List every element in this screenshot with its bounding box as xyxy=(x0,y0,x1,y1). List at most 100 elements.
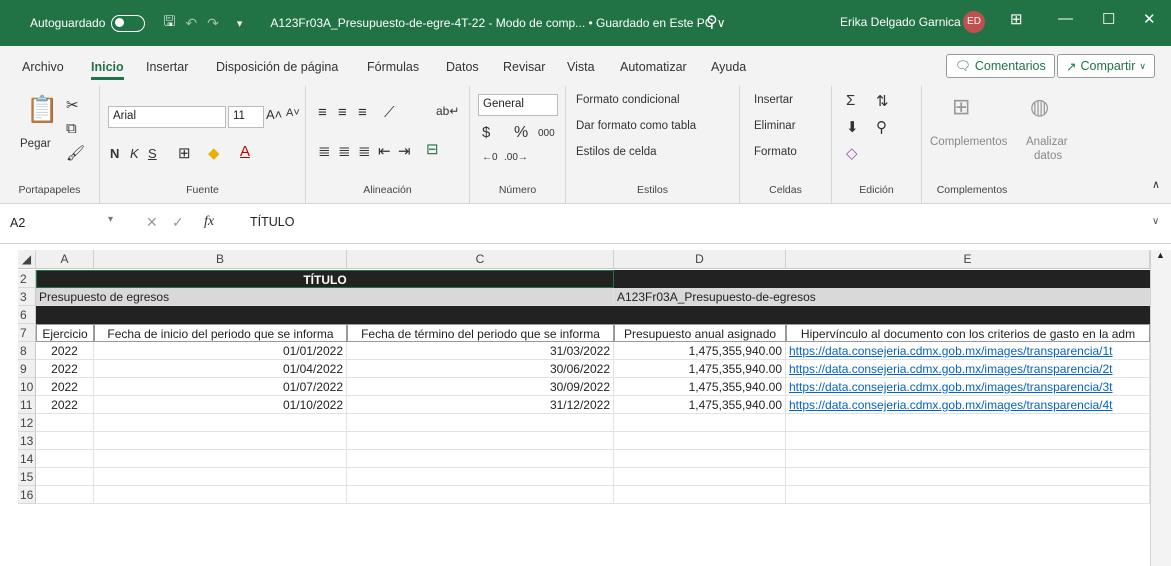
paste-label[interactable]: Pegar xyxy=(20,138,51,150)
cell-link[interactable]: https://data.consejeria.cdmx.gob.mx/imag… xyxy=(786,360,1150,378)
column-header-e[interactable]: E xyxy=(786,250,1150,269)
minimize-icon[interactable]: — xyxy=(1058,10,1073,27)
cell-amount[interactable]: 1,475,355,940.00 xyxy=(614,378,786,396)
percent-button[interactable]: % xyxy=(514,124,528,142)
ribbon-display-icon[interactable]: ⊞ xyxy=(1010,10,1023,28)
redo-icon[interactable]: ↷ xyxy=(207,15,219,32)
column-header-d[interactable]: D xyxy=(614,250,786,269)
cell-start-date[interactable]: 01/04/2022 xyxy=(94,360,347,378)
empty-cell[interactable] xyxy=(786,486,1150,504)
row-header[interactable]: 10 xyxy=(18,378,36,396)
addins-button[interactable]: Complementos xyxy=(930,136,1007,148)
align-top-icon[interactable]: ≡ xyxy=(318,104,327,121)
header-presupuesto[interactable]: Presupuesto anual asignado xyxy=(614,324,786,342)
font-color-icon[interactable]: A xyxy=(240,143,250,160)
comments-button[interactable]: 🗨 Comentarios xyxy=(946,54,1055,78)
tab-revisar[interactable]: Revisar xyxy=(503,60,545,74)
tab-datos[interactable]: Datos xyxy=(446,60,479,74)
decrease-decimal-icon[interactable]: .00→ xyxy=(504,152,528,163)
tab-inicio[interactable]: Inicio xyxy=(91,60,124,80)
empty-cell[interactable] xyxy=(347,450,614,468)
cell-year[interactable]: 2022 xyxy=(36,396,94,414)
bold-button[interactable]: N xyxy=(110,146,119,161)
maximize-icon[interactable]: ☐ xyxy=(1102,10,1115,28)
empty-cell[interactable] xyxy=(347,486,614,504)
empty-cell[interactable] xyxy=(347,468,614,486)
copy-icon[interactable]: ⧉ xyxy=(66,120,77,137)
cell-end-date[interactable]: 30/09/2022 xyxy=(347,378,614,396)
wrap-text-icon[interactable]: ab↵ xyxy=(436,104,459,118)
row-header[interactable]: 6 xyxy=(18,306,36,324)
row-header[interactable]: 9 xyxy=(18,360,36,378)
format-painter-icon[interactable]: 🖌 xyxy=(66,144,85,162)
empty-cell[interactable] xyxy=(94,450,347,468)
insert-cells-button[interactable]: Insertar xyxy=(754,94,793,106)
save-icon[interactable]: 🖫 xyxy=(163,11,175,35)
align-left-icon[interactable]: ≣ xyxy=(318,142,331,160)
tab-archivo[interactable]: Archivo xyxy=(22,60,64,74)
column-header-a[interactable]: A xyxy=(36,250,94,269)
empty-cell[interactable] xyxy=(94,432,347,450)
cell-d3[interactable]: A123Fr03A_Presupuesto-de-egresos xyxy=(614,288,1150,306)
cancel-icon[interactable]: ✕ xyxy=(146,214,158,231)
align-center-icon[interactable]: ≣ xyxy=(338,142,351,160)
fill-color-icon[interactable]: ◆ xyxy=(208,144,220,162)
underline-button[interactable]: S xyxy=(148,146,157,161)
expand-formula-icon[interactable]: ∨ xyxy=(1152,216,1159,227)
undo-icon[interactable]: ↶ xyxy=(185,15,197,32)
decrease-indent-icon[interactable]: ⇤ xyxy=(378,142,391,160)
empty-cell[interactable] xyxy=(36,414,94,432)
tab-vista[interactable]: Vista xyxy=(567,60,595,74)
find-icon[interactable]: ⚲ xyxy=(876,118,887,136)
increase-decimal-icon[interactable]: ←0 xyxy=(482,152,498,163)
empty-cell[interactable] xyxy=(614,486,786,504)
search-icon[interactable]: ⚲ xyxy=(706,12,718,32)
user-name[interactable]: Erika Delgado Garnica xyxy=(840,15,961,29)
empty-cell[interactable] xyxy=(94,414,347,432)
cut-icon[interactable]: ✂ xyxy=(66,96,79,114)
insert-function-icon[interactable]: fx xyxy=(204,214,214,230)
cell-amount[interactable]: 1,475,355,940.00 xyxy=(614,396,786,414)
header-hipervinculo[interactable]: Hipervínculo al documento con los criter… xyxy=(786,324,1150,342)
font-grow-icon[interactable]: A˄ xyxy=(266,107,282,122)
row-header[interactable]: 3 xyxy=(18,288,36,306)
align-right-icon[interactable]: ≣ xyxy=(358,142,371,160)
cell-styles-button[interactable]: Estilos de celda xyxy=(576,146,657,158)
close-icon[interactable]: ✕ xyxy=(1143,10,1156,28)
document-title[interactable]: A123Fr03A_Presupuesto-de-egre-4T-22 - Mo… xyxy=(270,16,725,30)
tab-ayuda[interactable]: Ayuda xyxy=(711,60,746,74)
addins-icon[interactable]: ⊞ xyxy=(952,94,970,120)
empty-cell[interactable] xyxy=(347,432,614,450)
header-fecha-inicio[interactable]: Fecha de inicio del periodo que se infor… xyxy=(94,324,347,342)
row-header[interactable]: 2 xyxy=(18,270,36,288)
tab-insertar[interactable]: Insertar xyxy=(146,60,188,74)
clear-icon[interactable]: ◇ xyxy=(846,144,858,162)
cell-amount[interactable]: 1,475,355,940.00 xyxy=(614,342,786,360)
cell-link[interactable]: https://data.consejeria.cdmx.gob.mx/imag… xyxy=(786,378,1150,396)
merge-center-icon[interactable]: ⊟ xyxy=(426,140,439,158)
paste-icon[interactable]: 📋 xyxy=(26,94,58,125)
empty-cell[interactable] xyxy=(614,414,786,432)
align-middle-icon[interactable]: ≡ xyxy=(338,104,347,121)
analyze-data-icon[interactable]: ◍ xyxy=(1030,94,1049,120)
empty-cell[interactable] xyxy=(347,414,614,432)
format-cells-button[interactable]: Formato xyxy=(754,146,797,158)
avatar[interactable]: ED xyxy=(963,11,985,33)
cell-year[interactable]: 2022 xyxy=(36,342,94,360)
borders-icon[interactable]: ⊞ xyxy=(178,144,191,162)
analyze-data-button[interactable]: Analizar xyxy=(1026,136,1068,148)
font-shrink-icon[interactable]: A˅ xyxy=(286,107,300,119)
row-header[interactable]: 8 xyxy=(18,342,36,360)
cell-start-date[interactable]: 01/07/2022 xyxy=(94,378,347,396)
empty-cell[interactable] xyxy=(36,432,94,450)
cell-year[interactable]: 2022 xyxy=(36,360,94,378)
row-header[interactable]: 15 xyxy=(18,468,36,486)
enter-icon[interactable]: ✓ xyxy=(172,214,184,231)
cell-year[interactable]: 2022 xyxy=(36,378,94,396)
column-header-b[interactable]: B xyxy=(94,250,347,269)
empty-cell[interactable] xyxy=(786,432,1150,450)
row-header[interactable]: 12 xyxy=(18,414,36,432)
row-header[interactable]: 11 xyxy=(18,396,36,414)
empty-cell[interactable] xyxy=(94,468,347,486)
autosave-toggle[interactable] xyxy=(111,14,146,32)
